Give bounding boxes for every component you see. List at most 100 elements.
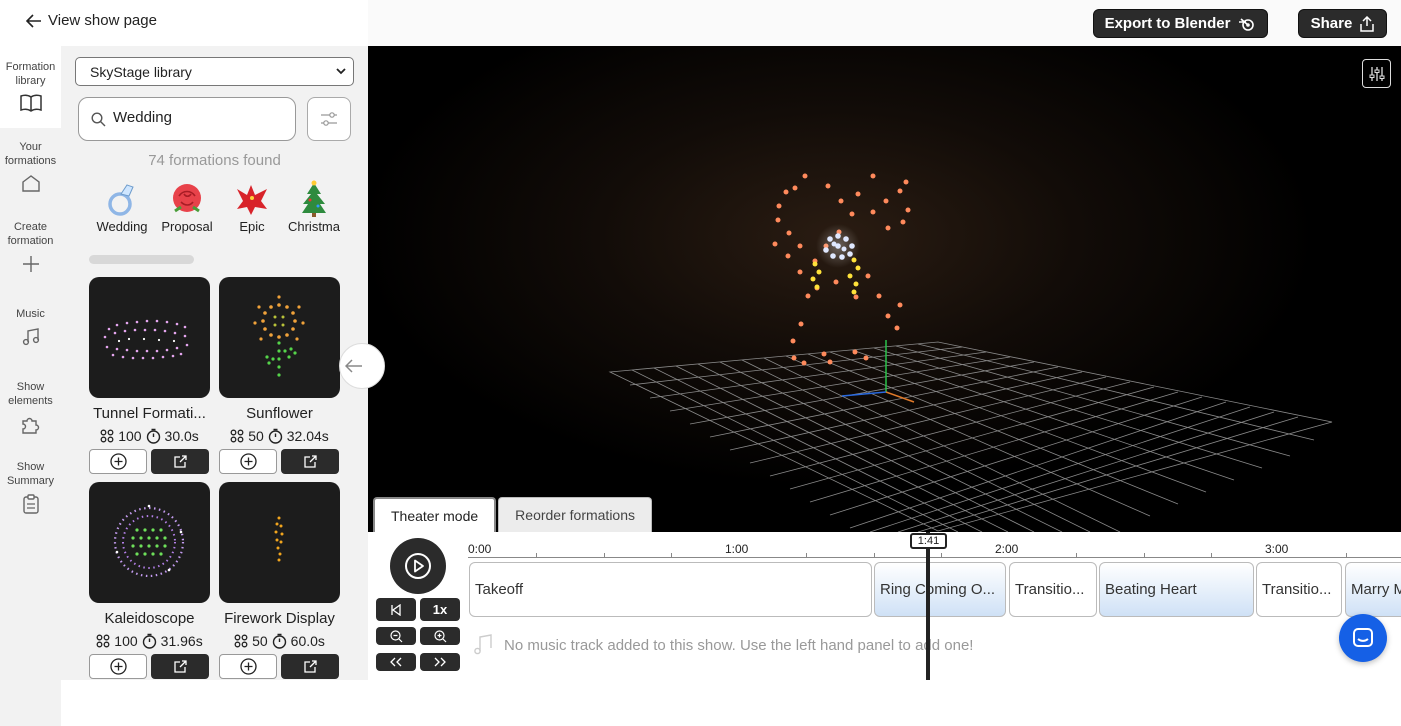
chat-button[interactable] xyxy=(1339,614,1387,662)
formation-thumbnail[interactable] xyxy=(219,277,340,398)
timeline-formation-block[interactable]: Takeoff xyxy=(469,562,872,617)
nav-label: Your xyxy=(19,141,42,153)
tab-reorder-formations[interactable]: Reorder formations xyxy=(498,497,652,532)
formation-card[interactable]: Firework Display 50 60.0s xyxy=(219,482,340,679)
music-note-icon xyxy=(474,634,492,655)
view-show-page-link[interactable]: View show page xyxy=(26,12,157,29)
play-button[interactable] xyxy=(390,538,446,594)
timer-icon xyxy=(146,428,160,444)
category-epic[interactable]: Epic xyxy=(220,179,284,234)
music-empty-message: No music track added to this show. Use t… xyxy=(504,636,974,654)
card-actions xyxy=(89,654,210,679)
double-chevron-right-icon xyxy=(434,657,446,667)
nav-label: Show xyxy=(16,381,45,393)
firework-preview xyxy=(274,516,284,562)
3d-viewport[interactable] xyxy=(368,46,1401,532)
viewport-settings-button[interactable] xyxy=(1362,59,1391,88)
category-wedding[interactable]: Wedding xyxy=(90,179,154,234)
ruler-tick xyxy=(806,553,807,558)
timeline-transition-block[interactable]: Transitio... xyxy=(1256,562,1342,617)
plus-circle-icon xyxy=(109,453,127,470)
zoom-in-button[interactable] xyxy=(420,627,460,645)
playback-speed-button[interactable]: 1x xyxy=(420,598,460,621)
scroll-left-button[interactable] xyxy=(376,653,416,671)
category-label: Christma xyxy=(287,219,340,234)
ruler-tick xyxy=(604,553,605,558)
ruler-tick xyxy=(1346,553,1347,558)
formation-meta: 50 32.04s xyxy=(219,428,340,444)
chevron-down-icon xyxy=(336,68,346,75)
tab-theater-mode[interactable]: Theater mode xyxy=(373,497,497,532)
search-input[interactable] xyxy=(113,109,283,126)
timeline-formation-block[interactable]: Ring Coming O... xyxy=(874,562,1006,617)
timeline-formation-block[interactable]: Beating Heart xyxy=(1099,562,1254,617)
formation-card[interactable]: Sunflower 50 32.04s xyxy=(219,277,340,474)
share-icon xyxy=(1360,15,1375,32)
zoom-in-icon xyxy=(433,629,446,642)
category-christmas[interactable]: Christma xyxy=(282,179,346,234)
skip-to-start-button[interactable] xyxy=(376,598,416,621)
ruler-label: 1:00 xyxy=(725,542,749,556)
ring-icon xyxy=(90,179,154,219)
formation-thumbnail[interactable] xyxy=(89,482,210,603)
arrow-left-icon xyxy=(26,13,41,28)
nav-show-elements[interactable]: Show elements xyxy=(0,380,61,434)
top-bar: View show page Export to Blender Share xyxy=(0,0,1401,46)
add-formation-button[interactable] xyxy=(219,654,277,679)
nav-create-formation[interactable]: Create formation xyxy=(0,220,61,274)
formation-thumbnail[interactable] xyxy=(89,277,210,398)
add-formation-button[interactable] xyxy=(89,654,147,679)
timeline-formation-block[interactable]: Marry M xyxy=(1345,562,1401,617)
filter-button[interactable] xyxy=(307,97,351,141)
formation-title: Firework Display xyxy=(224,610,335,627)
mode-tabs: Theater mode Reorder formations xyxy=(373,497,652,532)
export-to-blender-button[interactable]: Export to Blender xyxy=(1093,9,1268,38)
skip-back-icon xyxy=(391,603,401,616)
blender-icon xyxy=(1239,17,1255,31)
nav-formation-library[interactable]: Formation library xyxy=(0,60,61,112)
add-formation-button[interactable] xyxy=(89,449,147,474)
zoom-out-icon xyxy=(389,629,402,642)
open-formation-button[interactable] xyxy=(151,449,209,474)
ruler-line xyxy=(468,557,1401,558)
double-chevron-left-icon xyxy=(390,657,402,667)
chat-icon xyxy=(1353,628,1373,647)
timeline-panel: 1x 0:00 1:00 2:00 3:00 Takeoff Ring Comi… xyxy=(368,532,1401,680)
external-link-icon xyxy=(173,455,187,468)
formation-title: Sunflower xyxy=(246,405,313,422)
category-scrollbar[interactable] xyxy=(89,255,194,264)
nav-label: Show xyxy=(16,461,45,473)
sliders-icon xyxy=(1369,66,1384,81)
timeline-transition-block[interactable]: Transitio... xyxy=(1009,562,1097,617)
formation-card[interactable]: Tunnel Formati... 100 30.0s xyxy=(89,277,210,474)
formation-thumbnail[interactable] xyxy=(219,482,340,603)
formation-card[interactable]: Kaleidoscope 100 31.96s xyxy=(89,482,210,679)
export-label: Export to Blender xyxy=(1104,15,1231,32)
ruler-tick xyxy=(1211,553,1212,558)
drone-icon xyxy=(100,429,114,443)
nav-music[interactable]: Music xyxy=(0,307,61,347)
ground-grid xyxy=(608,341,1333,532)
formation-title: Tunnel Formati... xyxy=(93,405,206,422)
library-source-select[interactable]: SkyStage library xyxy=(75,57,354,86)
duration: 31.96s xyxy=(160,633,203,649)
nav-your-formations[interactable]: Your formations xyxy=(0,140,61,192)
scroll-right-button[interactable] xyxy=(420,653,460,671)
ruler-tick xyxy=(536,553,537,558)
category-label: Proposal xyxy=(161,219,213,234)
open-formation-button[interactable] xyxy=(281,449,339,474)
nav-label: library xyxy=(15,75,46,87)
share-button[interactable]: Share xyxy=(1298,9,1387,38)
collapse-panel-button[interactable] xyxy=(339,343,385,389)
formation-library-panel: SkyStage library 74 formations found Wed… xyxy=(61,46,368,680)
zoom-out-button[interactable] xyxy=(376,627,416,645)
formation-meta: 100 31.96s xyxy=(89,633,210,649)
ruler-tick xyxy=(1076,553,1077,558)
playhead[interactable] xyxy=(926,532,930,680)
category-proposal[interactable]: Proposal xyxy=(155,179,219,234)
library-source-value: SkyStage library xyxy=(90,64,192,80)
open-formation-button[interactable] xyxy=(281,654,339,679)
nav-show-summary[interactable]: Show Summary xyxy=(0,460,61,514)
add-formation-button[interactable] xyxy=(219,449,277,474)
open-formation-button[interactable] xyxy=(151,654,209,679)
